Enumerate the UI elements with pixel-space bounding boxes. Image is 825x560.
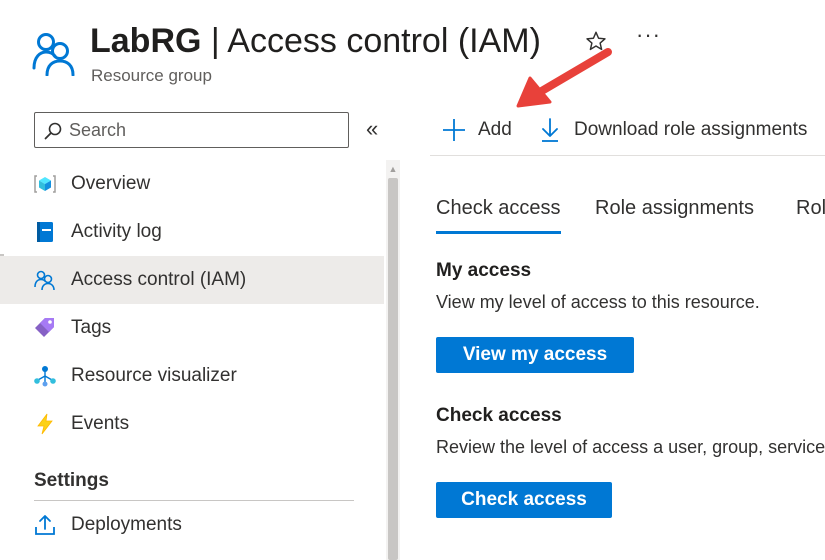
sidebar-item-access-control[interactable]: Access control (IAM)	[0, 256, 384, 304]
my-access-description: View my level of access to this resource…	[436, 292, 760, 312]
people-icon	[34, 269, 56, 291]
sidebar-scrollbar[interactable]: ▲	[386, 160, 400, 560]
resource-name: LabRG	[90, 22, 202, 60]
search-input[interactable]	[69, 117, 339, 143]
sidebar-item-label: Access control (IAM)	[71, 269, 247, 290]
sidebar-item-activity-log[interactable]: Activity log	[0, 208, 384, 256]
more-options-icon[interactable]: ···	[636, 22, 661, 48]
check-access-button[interactable]: Check access	[436, 482, 612, 518]
sidebar-item-label: Tags	[71, 317, 112, 338]
plus-icon	[443, 119, 465, 141]
tab-check-access[interactable]: Check access	[436, 192, 561, 234]
download-role-assignments-button[interactable]: Download role assignments	[540, 116, 807, 144]
page-title-rest: | Access control (IAM)	[201, 22, 541, 60]
sidebar-item-label: Overview	[71, 173, 151, 194]
download-icon	[542, 118, 558, 142]
annotation-arrow-icon	[516, 48, 612, 108]
add-button[interactable]: Add	[442, 116, 512, 144]
sidebar-item-tags[interactable]: Tags	[0, 304, 384, 352]
collapse-sidebar-button[interactable]: «	[366, 116, 378, 142]
sidebar-item-label: Deployments	[71, 514, 182, 535]
sidebar-item-overview[interactable]: Overview	[0, 160, 384, 208]
my-access-heading: My access	[436, 260, 532, 281]
resource-visualizer-icon	[34, 365, 56, 387]
check-access-heading: Check access	[436, 405, 562, 426]
download-button-label: Download role assignments	[574, 119, 808, 140]
sidebar-item-label: Resource visualizer	[71, 365, 237, 386]
view-my-access-button[interactable]: View my access	[436, 337, 634, 373]
lightning-icon	[34, 413, 56, 435]
page-title: LabRG | Access control (IAM)	[90, 18, 541, 64]
sidebar-item-label: Events	[71, 413, 130, 434]
command-bar: Add Download role assignments	[430, 110, 825, 156]
scroll-up-icon[interactable]: ▲	[386, 164, 400, 174]
page-subtitle: Resource group	[91, 66, 212, 85]
sidebar-item-label: Activity log	[71, 221, 162, 242]
activity-log-icon	[34, 221, 56, 243]
sidebar-item-events[interactable]: Events	[0, 400, 384, 448]
overview-cube-icon	[34, 173, 56, 195]
tab-bar: Check access Role assignments Roles	[436, 192, 825, 236]
sidebar-nav: Overview Activity log Access control (IA…	[0, 160, 384, 549]
tag-icon	[34, 317, 56, 339]
tab-role-assignments[interactable]: Role assignments	[595, 192, 754, 234]
search-box[interactable]	[34, 112, 349, 148]
sidebar-section-settings: Settings	[34, 470, 109, 491]
iam-people-icon	[32, 33, 75, 76]
search-icon	[44, 122, 62, 140]
add-button-label: Add	[478, 119, 512, 140]
check-access-description: Review the level of access a user, group…	[436, 437, 825, 457]
sidebar-item-deployments[interactable]: Deployments	[0, 501, 384, 549]
deployments-upload-icon	[34, 514, 56, 536]
scrollbar-thumb[interactable]	[388, 178, 398, 560]
sidebar-item-resource-visualizer[interactable]: Resource visualizer	[0, 352, 384, 400]
tab-roles[interactable]: Roles	[796, 192, 825, 234]
